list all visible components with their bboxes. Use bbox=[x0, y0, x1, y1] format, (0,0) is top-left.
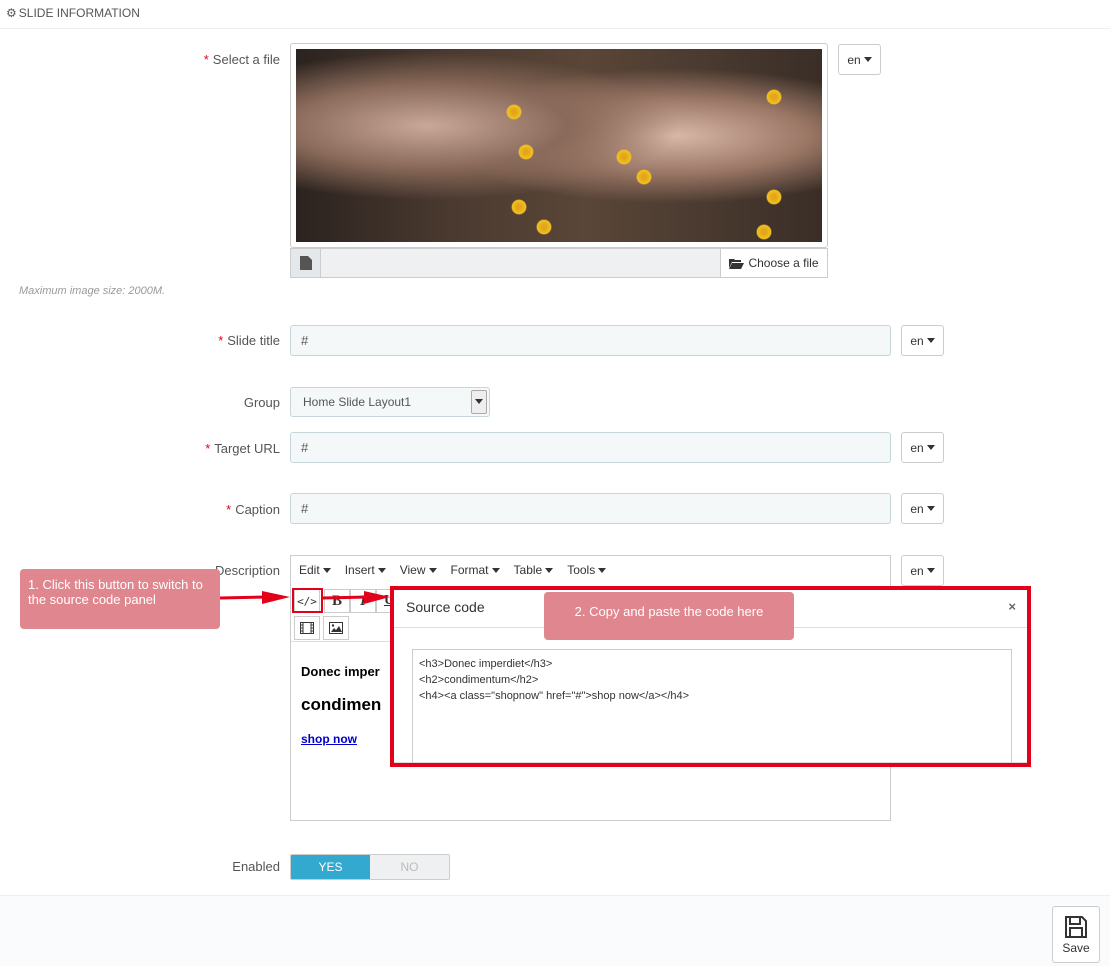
save-button[interactable]: Save bbox=[1052, 906, 1100, 963]
file-label: * Select a file bbox=[203, 52, 280, 67]
enabled-toggle[interactable]: YES NO bbox=[290, 854, 450, 880]
panel-title: SLIDE INFORMATION bbox=[18, 6, 140, 20]
file-help-text: Maximum image size: 2000M. bbox=[19, 285, 166, 297]
title-lang-dropdown[interactable]: en bbox=[901, 325, 944, 356]
title-label: * Slide title bbox=[218, 333, 280, 348]
caption-lang-dropdown[interactable]: en bbox=[901, 493, 944, 524]
video-icon[interactable] bbox=[294, 616, 320, 640]
callout-step-two: 2. Copy and paste the code here bbox=[544, 592, 794, 640]
group-select[interactable]: Home Slide Layout1 bbox=[290, 387, 490, 417]
image-icon[interactable] bbox=[323, 616, 349, 640]
callout-step-one: 1. Click this button to switch to the so… bbox=[20, 569, 220, 629]
folder-open-icon bbox=[729, 258, 745, 269]
menu-insert[interactable]: Insert bbox=[345, 563, 386, 577]
save-icon bbox=[1065, 915, 1087, 938]
menu-view[interactable]: View bbox=[400, 563, 437, 577]
url-lang-dropdown[interactable]: en bbox=[901, 432, 944, 463]
file-icon bbox=[291, 249, 321, 277]
caption-label: * Caption bbox=[226, 502, 280, 517]
slide-image bbox=[296, 49, 822, 242]
chevron-down-icon bbox=[471, 390, 487, 414]
enabled-label: Enabled bbox=[232, 859, 280, 874]
toggle-yes[interactable]: YES bbox=[291, 855, 370, 879]
file-bar: Choose a file bbox=[290, 248, 828, 278]
gears-icon: ⚙ bbox=[6, 6, 17, 20]
slide-image-preview bbox=[290, 43, 828, 248]
panel-footer: Save bbox=[0, 895, 1110, 966]
menu-edit[interactable]: Edit bbox=[299, 563, 331, 577]
slide-title-input[interactable]: # bbox=[290, 325, 891, 356]
file-lang-dropdown[interactable]: en bbox=[838, 44, 881, 75]
description-lang-dropdown[interactable]: en bbox=[901, 555, 944, 586]
menu-format[interactable]: Format bbox=[451, 563, 500, 577]
menu-table[interactable]: Table bbox=[514, 563, 554, 577]
group-label: Group bbox=[243, 395, 280, 410]
choose-file-button[interactable]: Choose a file bbox=[720, 249, 827, 277]
toggle-no[interactable]: NO bbox=[370, 855, 449, 879]
editor-menubar: Edit Insert View Format Table Tools bbox=[291, 556, 890, 584]
target-url-input[interactable]: # bbox=[290, 432, 891, 463]
content-heading-h2: condimen bbox=[301, 695, 382, 714]
menu-tools[interactable]: Tools bbox=[567, 563, 607, 577]
url-label: * Target URL bbox=[205, 441, 280, 456]
content-shop-link[interactable]: shop now bbox=[301, 732, 357, 746]
caption-input[interactable]: # bbox=[290, 493, 891, 524]
panel-heading: ⚙ SLIDE INFORMATION bbox=[0, 0, 1110, 29]
annotation-arrows bbox=[219, 591, 390, 604]
content-heading-h3: Donec imper bbox=[301, 664, 380, 679]
